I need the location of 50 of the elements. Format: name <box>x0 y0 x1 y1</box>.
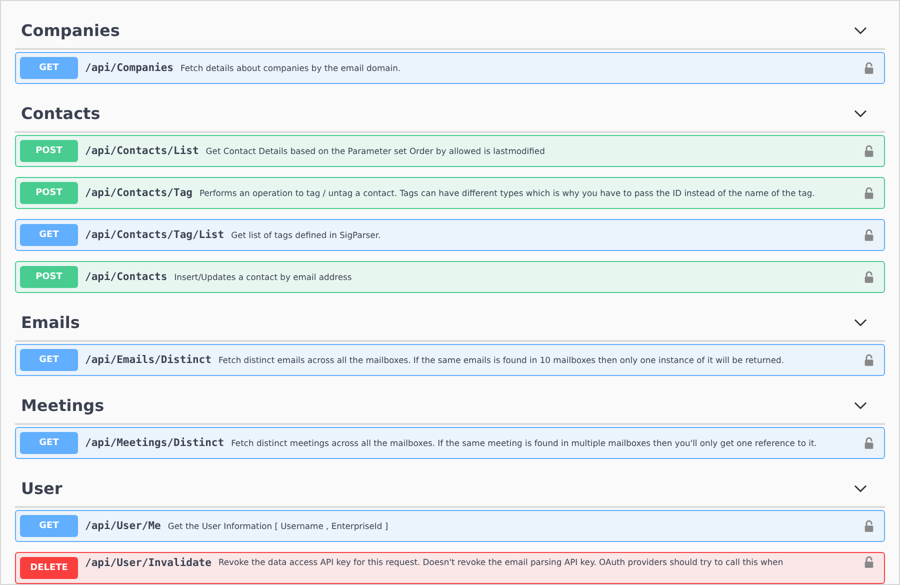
operation-row[interactable]: GET /api/User/Me Get the User Information [ Username , EnterpriseId ] <box>15 510 885 542</box>
endpoint-description: Insert/Updates a contact by email address <box>174 270 353 284</box>
padlock-icon[interactable] <box>864 229 874 241</box>
padlock-icon[interactable] <box>864 271 874 283</box>
operation-row[interactable]: GET /api/Emails/Distinct Fetch distinct emails across all the mailboxes. If the same emails is found in 10 mailboxes then only one instance of it will be returned. <box>15 344 885 376</box>
padlock-icon[interactable] <box>864 145 874 157</box>
method-badge: GET <box>20 349 78 371</box>
endpoint-path: /api/Companies <box>85 62 174 74</box>
padlock-icon[interactable] <box>864 556 874 568</box>
padlock-icon[interactable] <box>864 187 874 199</box>
endpoint-path: /api/Contacts/Tag <box>85 187 192 199</box>
endpoint-description: Get Contact Details based on the Parameter set Order by allowed is lastmodified <box>206 144 546 158</box>
operation-row[interactable]: DELETE /api/User/Invalidate Revoke the data access API key for this request. Doesn't revoke the email parsing API key. OAuth providers should try to call this when <box>15 552 885 584</box>
endpoint-description: Fetch distinct emails across all the mailboxes. If the same emails is found in 10 mailboxes then only one instance of it will be returned. <box>218 354 785 366</box>
endpoint-path: /api/User/Me <box>85 520 161 532</box>
operation-row[interactable]: GET /api/Meetings/Distinct Fetch distinct meetings across all the mailboxes. If the same meeting is found in multiple mailboxes then you'll only get one reference to it. <box>15 427 885 459</box>
section-title[interactable]: Meetings <box>21 396 104 415</box>
operation-row[interactable]: POST /api/Contacts/Tag Performs an operation to tag / untag a contact. Tags can have different types which is why you have to pass the ID instead of the name of the tag. <box>15 177 885 209</box>
endpoint-description: Fetch details about companies by the email domain. <box>180 62 402 74</box>
section-title[interactable]: Emails <box>21 313 80 332</box>
operation-row[interactable]: POST /api/Contacts/List Get Contact Details based on the Parameter set Order by allowed is lastmodified <box>15 135 885 167</box>
endpoint-path: /api/Contacts/Tag/List <box>85 229 224 241</box>
endpoint-description: Fetch distinct meetings across all the mailboxes. If the same meeting is found in multiple mailboxes then you'll only get one reference to it. <box>231 436 818 450</box>
operation-row[interactable]: POST /api/Contacts Insert/Updates a contact by email address <box>15 261 885 293</box>
padlock-icon[interactable] <box>864 62 874 74</box>
method-badge: GET <box>20 224 78 246</box>
padlock-icon[interactable] <box>864 354 874 366</box>
endpoint-description: Get the User Information [ Username , EnterpriseId ] <box>168 520 390 532</box>
method-badge: GET <box>20 57 78 79</box>
endpoint-path: /api/Emails/Distinct <box>85 354 212 366</box>
operation-row[interactable]: GET /api/Contacts/Tag/List Get list of tags defined in SigParser. <box>15 219 885 251</box>
endpoint-path: /api/Contacts/List <box>85 145 199 157</box>
method-badge: POST <box>20 266 78 288</box>
section-title[interactable]: Companies <box>21 21 120 40</box>
section-title[interactable]: User <box>21 479 62 498</box>
operation-row[interactable]: GET /api/Companies Fetch details about companies by the email domain. <box>15 52 885 84</box>
section-title[interactable]: Contacts <box>21 104 100 123</box>
endpoint-path: /api/Contacts <box>85 271 168 283</box>
endpoint-description: Performs an operation to tag / untag a contact. Tags can have different types which is why you have to pass the ID instead of the name of the tag. <box>199 186 816 200</box>
method-badge: GET <box>20 515 78 537</box>
endpoint-path: /api/User/Invalidate <box>85 557 212 569</box>
method-badge: GET <box>20 432 78 454</box>
method-badge: POST <box>20 140 78 162</box>
endpoint-description: Revoke the data access API key for this request. Doesn't revoke the email parsing API key. OAuth providers should try to call this when <box>218 556 784 569</box>
endpoint-path: /api/Meetings/Distinct <box>85 437 224 449</box>
method-badge: DELETE <box>20 557 78 579</box>
method-badge: POST <box>20 182 78 204</box>
padlock-icon[interactable] <box>864 520 874 532</box>
endpoint-description: Get list of tags defined in SigParser. <box>231 228 382 242</box>
padlock-icon[interactable] <box>864 437 874 449</box>
